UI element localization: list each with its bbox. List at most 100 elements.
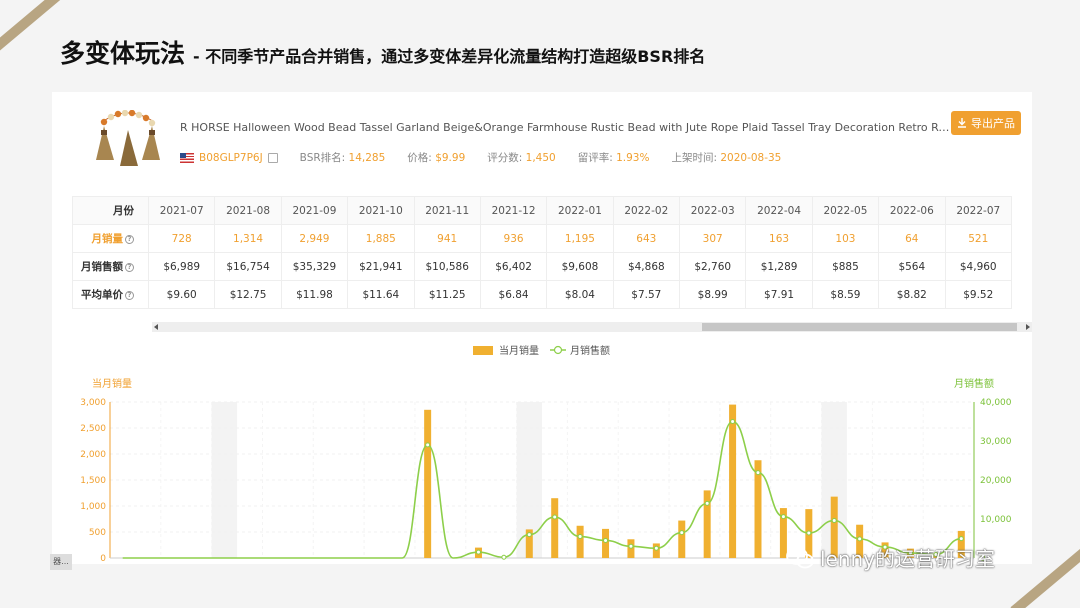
bar-units-22 bbox=[678, 520, 686, 558]
y-left-tick-label: 1,500 bbox=[80, 476, 106, 486]
point-revenue-33 bbox=[958, 536, 964, 542]
slide-title-subtitle: - 不同季节产品合并销售，通过多变体差异化流量结构打造超级BSR排名 bbox=[193, 47, 706, 66]
month-col-12: 2022-07 bbox=[944, 196, 1012, 225]
table-cell: $6,989 bbox=[147, 252, 216, 281]
point-revenue-19 bbox=[603, 537, 609, 543]
month-col-8: 2022-03 bbox=[678, 196, 747, 225]
bar-units-12 bbox=[424, 409, 432, 558]
table-cell: $16,754 bbox=[214, 252, 282, 281]
copy-icon[interactable] bbox=[267, 152, 278, 163]
bsr-label: BSR排名: bbox=[299, 152, 346, 164]
row-label-avg-price: 平均单价? bbox=[72, 280, 149, 309]
y-left-tick-label: 3,000 bbox=[80, 398, 106, 408]
table-cell: $9,608 bbox=[546, 252, 614, 281]
scroll-right-icon[interactable] bbox=[1026, 324, 1030, 330]
table-row-revenue: 月销售额? $6,989 $16,754 $35,329 $21,941 $10… bbox=[72, 252, 1012, 281]
point-revenue-26 bbox=[780, 514, 786, 520]
table-cell: $10,586 bbox=[413, 252, 481, 281]
product-title[interactable]: R HORSE Halloween Wood Bead Tassel Garla… bbox=[180, 121, 952, 134]
y-left-tick-label: 2,000 bbox=[80, 450, 106, 460]
point-revenue-20 bbox=[628, 543, 634, 549]
bar-units-18 bbox=[576, 525, 584, 558]
point-revenue-25 bbox=[755, 470, 761, 476]
monthly-sales-table: 月份 2021-07 2021-08 2021-09 2021-10 2021-… bbox=[72, 196, 1012, 309]
point-revenue-16 bbox=[526, 532, 532, 538]
month-col-9: 2022-04 bbox=[745, 196, 813, 225]
table-cell: 521 bbox=[944, 224, 1012, 253]
y-right-tick-label: 30,000 bbox=[980, 437, 1012, 447]
reviews-value: 1,450 bbox=[525, 152, 556, 164]
table-cell: $8.99 bbox=[678, 280, 747, 309]
y-right-tick-label: 10,000 bbox=[980, 515, 1012, 525]
point-revenue-17 bbox=[552, 514, 558, 520]
table-horizontal-scrollbar[interactable] bbox=[152, 322, 1032, 332]
month-col-1: 2021-08 bbox=[214, 196, 282, 225]
asin-group: B08GLP7P6J bbox=[180, 152, 278, 164]
table-cell: $4,868 bbox=[612, 252, 681, 281]
row-label-revenue: 月销售额? bbox=[72, 252, 149, 281]
table-cell: $6.84 bbox=[479, 280, 548, 309]
table-row-units: 月销量? 728 1,314 2,949 1,885 941 936 1,195… bbox=[72, 224, 1012, 253]
table-cell: $564 bbox=[878, 252, 946, 281]
y-left-tick-label: 1,000 bbox=[80, 502, 106, 512]
point-revenue-18 bbox=[577, 534, 583, 540]
legend-label-units: 当月销量 bbox=[499, 344, 539, 357]
table-cell: 1,314 bbox=[214, 224, 282, 253]
table-cell: $11.64 bbox=[347, 280, 415, 309]
scroll-thumb[interactable] bbox=[702, 323, 1017, 331]
review-rate-field: 留评率: 1.93% bbox=[578, 150, 650, 165]
table-cell: $885 bbox=[811, 252, 880, 281]
table-cell: $8.59 bbox=[811, 280, 880, 309]
export-button-label: 导出产品 bbox=[971, 117, 1015, 130]
help-icon[interactable]: ? bbox=[125, 234, 134, 244]
table-cell: $2,760 bbox=[678, 252, 747, 281]
slide-title-main: 多变体玩法 bbox=[60, 39, 186, 68]
product-meta-row: B08GLP7P6J BSR排名: 14,285 价格: $9.99 评分数: … bbox=[180, 150, 781, 165]
month-col-0: 2021-07 bbox=[147, 196, 216, 225]
table-cell: $35,329 bbox=[280, 252, 349, 281]
download-icon bbox=[958, 118, 966, 128]
y-right-tick-label: 40,000 bbox=[980, 398, 1012, 408]
product-image[interactable] bbox=[92, 110, 164, 172]
table-cell: 936 bbox=[479, 224, 548, 253]
scroll-left-icon[interactable] bbox=[154, 324, 158, 330]
table-cell: $12.75 bbox=[214, 280, 282, 309]
help-icon[interactable]: ? bbox=[125, 262, 134, 272]
table-cell: $7.91 bbox=[745, 280, 813, 309]
bar-units-19 bbox=[602, 528, 610, 558]
table-cell: 728 bbox=[147, 224, 216, 253]
wechat-icon bbox=[786, 546, 814, 568]
month-col-6: 2022-01 bbox=[546, 196, 614, 225]
y-left-tick-label: 500 bbox=[89, 528, 106, 538]
bsr-value: 14,285 bbox=[348, 152, 386, 164]
help-icon[interactable]: ? bbox=[125, 290, 134, 300]
price-label: 价格: bbox=[407, 152, 432, 164]
row-label-units: 月销量? bbox=[72, 224, 149, 253]
legend-marker-revenue bbox=[553, 345, 563, 355]
y-left-axis-title: 当月销量 bbox=[92, 377, 132, 390]
month-header: 月份 bbox=[72, 196, 149, 225]
bar-units-24 bbox=[729, 404, 737, 558]
table-cell: 163 bbox=[745, 224, 813, 253]
reviews-field: 评分数: 1,450 bbox=[487, 150, 555, 165]
table-cell: $11.25 bbox=[413, 280, 481, 309]
point-revenue-15 bbox=[501, 554, 507, 560]
y-left-tick-label: 2,500 bbox=[80, 424, 106, 434]
table-cell: $7.57 bbox=[612, 280, 681, 309]
table-cell: 1,195 bbox=[546, 224, 614, 253]
table-header-row: 月份 2021-07 2021-08 2021-09 2021-10 2021-… bbox=[72, 196, 1012, 225]
table-cell: $21,941 bbox=[347, 252, 415, 281]
month-col-2: 2021-09 bbox=[280, 196, 349, 225]
table-cell: $11.98 bbox=[280, 280, 349, 309]
asin-link[interactable]: B08GLP7P6J bbox=[199, 152, 263, 164]
bar-units-23 bbox=[703, 490, 711, 558]
table-cell: 2,949 bbox=[280, 224, 349, 253]
table-cell: 941 bbox=[413, 224, 481, 253]
table-cell: $1,289 bbox=[745, 252, 813, 281]
month-col-4: 2021-11 bbox=[413, 196, 481, 225]
point-revenue-14 bbox=[475, 549, 481, 555]
product-card: R HORSE Halloween Wood Bead Tassel Garla… bbox=[52, 92, 1032, 564]
export-product-button[interactable]: 导出产品 bbox=[951, 111, 1021, 135]
decorative-stripe-top-left bbox=[0, 0, 63, 56]
table-row-avg-price: 平均单价? $9.60 $12.75 $11.98 $11.64 $11.25 … bbox=[72, 280, 1012, 309]
